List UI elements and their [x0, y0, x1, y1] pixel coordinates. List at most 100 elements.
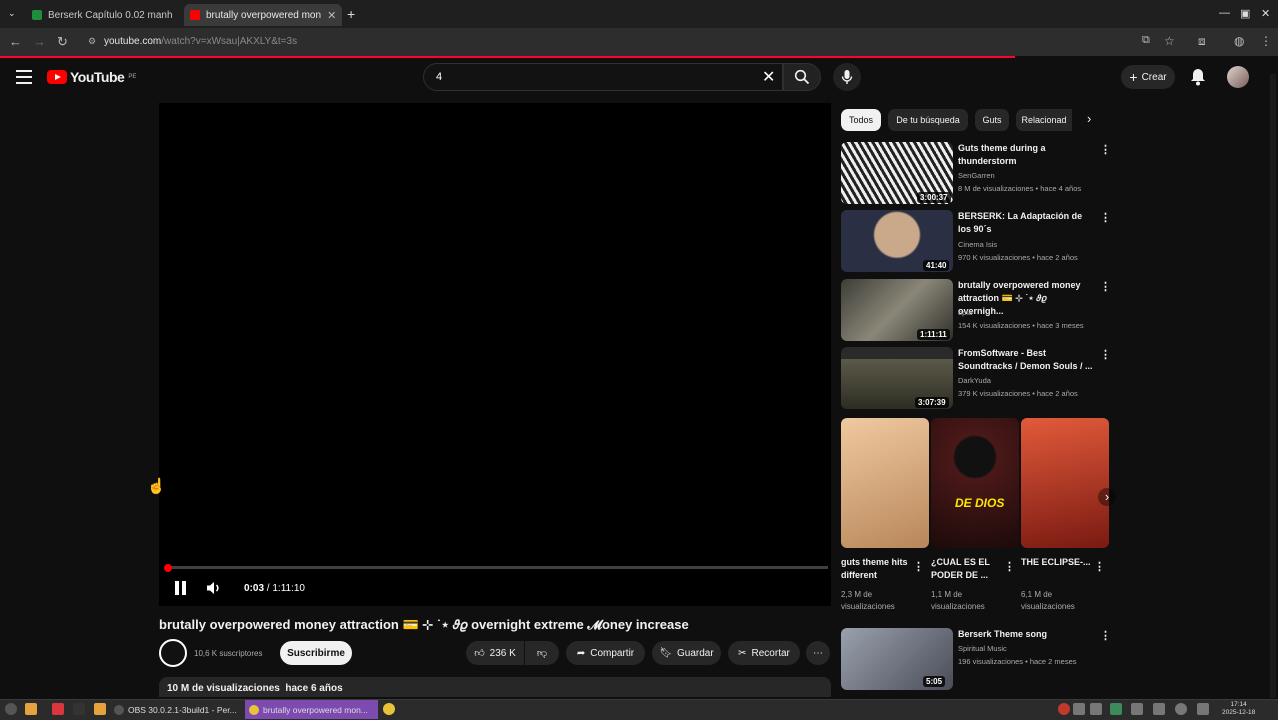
duration: 1:11:10: [272, 583, 305, 594]
rec-item[interactable]: 5:05: [841, 628, 953, 690]
account-avatar[interactable]: [1227, 66, 1249, 88]
rec-channel[interactable]: Cinema Isis: [958, 240, 997, 249]
close-window-icon[interactable]: ✕: [1261, 7, 1270, 20]
save-button[interactable]: 🔖︎ Guardar: [652, 641, 721, 665]
tab-search-icon[interactable]: ⌄: [8, 8, 16, 19]
description-box[interactable]: 10 M de visualizaciones hace 6 años: [159, 677, 831, 697]
chip-from-search[interactable]: De tu búsqueda: [888, 109, 968, 131]
progress-bar[interactable]: [166, 566, 828, 569]
rec-title[interactable]: FromSoftware - Best Soundtracks / Demon …: [958, 347, 1093, 373]
profile-icon[interactable]: ◍: [1234, 34, 1244, 48]
chip-guts[interactable]: Guts: [975, 109, 1009, 131]
create-button[interactable]: + Crear: [1121, 65, 1175, 89]
cast-icon[interactable]: ⧉: [1142, 34, 1150, 47]
scrubber-handle[interactable]: [164, 564, 172, 572]
extensions-icon[interactable]: ⧈: [1198, 34, 1206, 49]
rec-menu-icon[interactable]: ⋮: [1100, 143, 1111, 156]
search-button[interactable]: [783, 63, 821, 91]
short-thumbnail[interactable]: [841, 418, 929, 548]
rec-item[interactable]: 3:07:39: [841, 347, 953, 409]
volume-icon[interactable]: [206, 581, 222, 600]
reload-icon[interactable]: ↻: [57, 34, 68, 50]
clear-search-icon[interactable]: ✕: [762, 67, 775, 87]
short-menu-icon[interactable]: ⋮: [913, 560, 924, 573]
tray-window-icon[interactable]: [1131, 703, 1143, 715]
app-launcher-icon[interactable]: [52, 703, 64, 715]
tray-app-icon[interactable]: [1058, 703, 1070, 715]
short-title[interactable]: THE ECLIPSE-...: [1021, 556, 1091, 569]
rec-channel[interactable]: SenGarren: [958, 171, 995, 180]
channel-avatar[interactable]: [159, 639, 187, 667]
voice-search-button[interactable]: [833, 63, 861, 91]
rec-title[interactable]: brutally overpowered money attraction 💳 …: [958, 279, 1093, 318]
tray-network-icon[interactable]: [1110, 703, 1122, 715]
tab-berserk[interactable]: Berserk Capítulo 0.02 manh ✕: [26, 4, 178, 26]
rec-title[interactable]: Guts theme during a thunderstorm: [958, 142, 1093, 168]
tab-youtube-video[interactable]: brutally overpowered mon ✕: [184, 4, 342, 26]
subscribe-button[interactable]: Suscribirme: [280, 641, 352, 665]
bluetooth-icon[interactable]: [1073, 703, 1085, 715]
rec-title[interactable]: Berserk Theme song: [958, 628, 1093, 641]
browser-menu-icon[interactable]: ⋮: [1260, 34, 1272, 48]
rec-menu-icon[interactable]: ⋮: [1100, 348, 1111, 361]
notifications-bell-icon[interactable]: [1190, 68, 1206, 91]
hamburger-menu-icon[interactable]: [16, 70, 32, 84]
more-actions-button[interactable]: ⋯: [806, 641, 830, 665]
chip-related[interactable]: Relacionad: [1016, 109, 1072, 131]
rec-channel[interactable]: opla: [958, 308, 972, 317]
terminal-icon[interactable]: [73, 703, 85, 715]
youtube-logo[interactable]: YouTube PE: [47, 69, 136, 85]
tab-close-icon[interactable]: ✕: [327, 9, 336, 22]
file-manager-icon[interactable]: [25, 703, 37, 715]
short-thumbnail[interactable]: DE DIOS: [931, 418, 1019, 548]
upload-age: hace 6 años: [285, 683, 343, 694]
folder-icon[interactable]: [94, 703, 106, 715]
volume-tray-icon[interactable]: [1197, 703, 1209, 715]
back-icon[interactable]: ←: [9, 34, 22, 49]
share-label: Compartir: [590, 647, 635, 659]
notification-tray-icon[interactable]: [1090, 703, 1102, 715]
clock-date: 2025-12-18: [1222, 709, 1256, 716]
rec-title[interactable]: BERSERK: La Adaptación de los 90´s: [958, 210, 1093, 236]
taskbar-item-obs[interactable]: OBS 30.0.2.1-3build1 - Per...: [110, 700, 242, 719]
clip-button[interactable]: ✂ Recortar: [728, 641, 800, 665]
rec-item[interactable]: 1:11:11: [841, 279, 953, 341]
short-menu-icon[interactable]: ⋮: [1004, 560, 1015, 573]
wifi-icon[interactable]: [1153, 703, 1165, 715]
new-tab-icon[interactable]: +: [347, 6, 355, 22]
pause-icon[interactable]: [175, 581, 187, 595]
short-title[interactable]: guts theme hits different: [841, 556, 911, 582]
rec-channel[interactable]: Spiritual Music: [958, 644, 1007, 653]
forward-icon[interactable]: →: [33, 34, 46, 49]
more-horizontal-icon: ⋯: [813, 647, 823, 659]
rec-item[interactable]: 3:00:37: [841, 142, 953, 204]
shorts-next-arrow-icon[interactable]: ›: [1098, 488, 1116, 506]
chip-all[interactable]: Todos: [841, 109, 881, 131]
like-button[interactable]: 👍︎ 236 K: [466, 641, 524, 665]
page-scrollbar[interactable]: [1270, 74, 1276, 698]
video-player[interactable]: [159, 103, 831, 606]
url-bar[interactable]: youtube.com/watch?v=xWsau|AKXLY&t=3s: [86, 32, 1136, 52]
update-icon[interactable]: [1175, 703, 1187, 715]
short-thumbnail[interactable]: [1021, 418, 1109, 548]
site-info-icon[interactable]: ⚙: [88, 36, 96, 47]
short-title[interactable]: ¿CUAL ES EL PODER DE ...: [931, 556, 1001, 582]
bookmark-star-icon[interactable]: ☆: [1164, 34, 1175, 48]
taskbar-item-browser[interactable]: brutally overpowered mon...: [245, 700, 378, 719]
rec-item[interactable]: 41:40: [841, 210, 953, 272]
chips-next-arrow-icon[interactable]: ›: [1087, 111, 1091, 126]
short-menu-icon[interactable]: ⋮: [1094, 560, 1105, 573]
subscriber-count: 10,6 K suscriptores: [194, 649, 263, 658]
maximize-icon[interactable]: ▣: [1240, 7, 1250, 20]
share-button[interactable]: ➦ Compartir: [566, 641, 645, 665]
rec-channel[interactable]: DarkYuda: [958, 376, 991, 385]
dislike-button[interactable]: 👎︎: [525, 641, 559, 665]
taskbar-clock[interactable]: 17:14 2025-12-18: [1222, 701, 1255, 717]
search-input[interactable]: 4: [423, 63, 783, 91]
browser-launcher-icon[interactable]: [383, 703, 395, 715]
rec-menu-icon[interactable]: ⋮: [1100, 280, 1111, 293]
minimize-icon[interactable]: —: [1219, 7, 1230, 19]
rec-menu-icon[interactable]: ⋮: [1100, 211, 1111, 224]
rec-menu-icon[interactable]: ⋮: [1100, 629, 1111, 642]
start-menu-icon[interactable]: [5, 703, 17, 715]
